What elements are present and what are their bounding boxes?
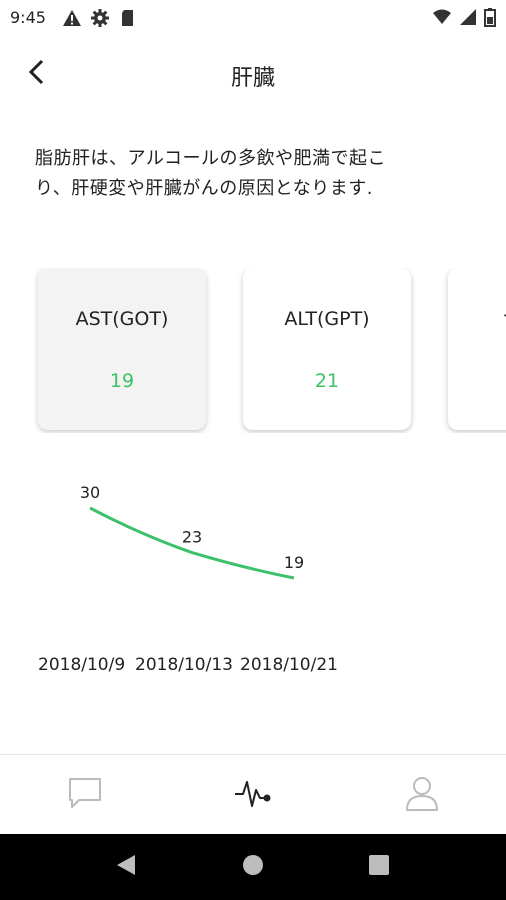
status-time: 9:45 (10, 8, 46, 27)
trend-chart: 30 23 19 2018/10/9 2018/10/13 2018/10/21 (0, 470, 506, 690)
data-label: 19 (284, 553, 304, 572)
system-home-button[interactable] (237, 851, 269, 883)
description-line-1: 脂肪肝は、アルコールの多飲や肥満で起こ (35, 148, 386, 169)
trend-chart-svg: 30 23 19 2018/10/9 2018/10/13 2018/10/21 (38, 483, 338, 675)
recents-square-icon (368, 854, 390, 880)
data-label: 30 (80, 483, 100, 502)
indicator-cards: AST(GOT) 19 ALT(GPT) 21 γ (0, 268, 506, 433)
description-line-2: り、肝硬変や肝臓がんの原因となります. (35, 178, 373, 199)
home-circle-icon (241, 853, 265, 881)
chat-bubble-icon (67, 776, 103, 814)
nav-health-button[interactable] (231, 773, 275, 817)
back-triangle-icon (115, 853, 137, 881)
x-tick-label: 2018/10/13 (135, 655, 233, 675)
x-tick-label: 2018/10/9 (38, 655, 125, 675)
page-title: 肝臓 (230, 66, 275, 91)
warning-icon (62, 8, 82, 28)
x-tick-label: 2018/10/21 (240, 655, 338, 675)
card-value: 19 (109, 370, 135, 392)
profile-icon (404, 774, 440, 816)
gear-icon (90, 8, 110, 28)
signal-icon (458, 7, 478, 27)
card-label: ALT(GPT) (284, 308, 370, 330)
battery-icon (484, 7, 496, 27)
sd-card-icon (118, 8, 138, 28)
bottom-nav (0, 754, 506, 835)
nav-chat-button[interactable] (63, 773, 107, 817)
system-recents-button[interactable] (363, 851, 395, 883)
card-gamma-gtp[interactable]: γ (448, 268, 506, 430)
data-label: 23 (182, 528, 202, 547)
status-bar: 9:45 (0, 0, 506, 36)
system-back-button[interactable] (110, 851, 142, 883)
system-nav-bar (0, 834, 506, 900)
card-value: 21 (314, 370, 340, 392)
card-label: AST(GOT) (75, 308, 169, 330)
card-ast-got[interactable]: AST(GOT) 19 (38, 268, 206, 430)
description-text: 脂肪肝は、アルコールの多飲や肥満で起こ り、肝硬変や肝臓がんの原因となります. (35, 144, 465, 204)
nav-profile-button[interactable] (400, 773, 444, 817)
card-alt-gpt[interactable]: ALT(GPT) 21 (243, 268, 411, 430)
heartbeat-icon (233, 776, 273, 814)
wifi-icon (432, 7, 452, 27)
app-header: 肝臓 (0, 40, 506, 110)
